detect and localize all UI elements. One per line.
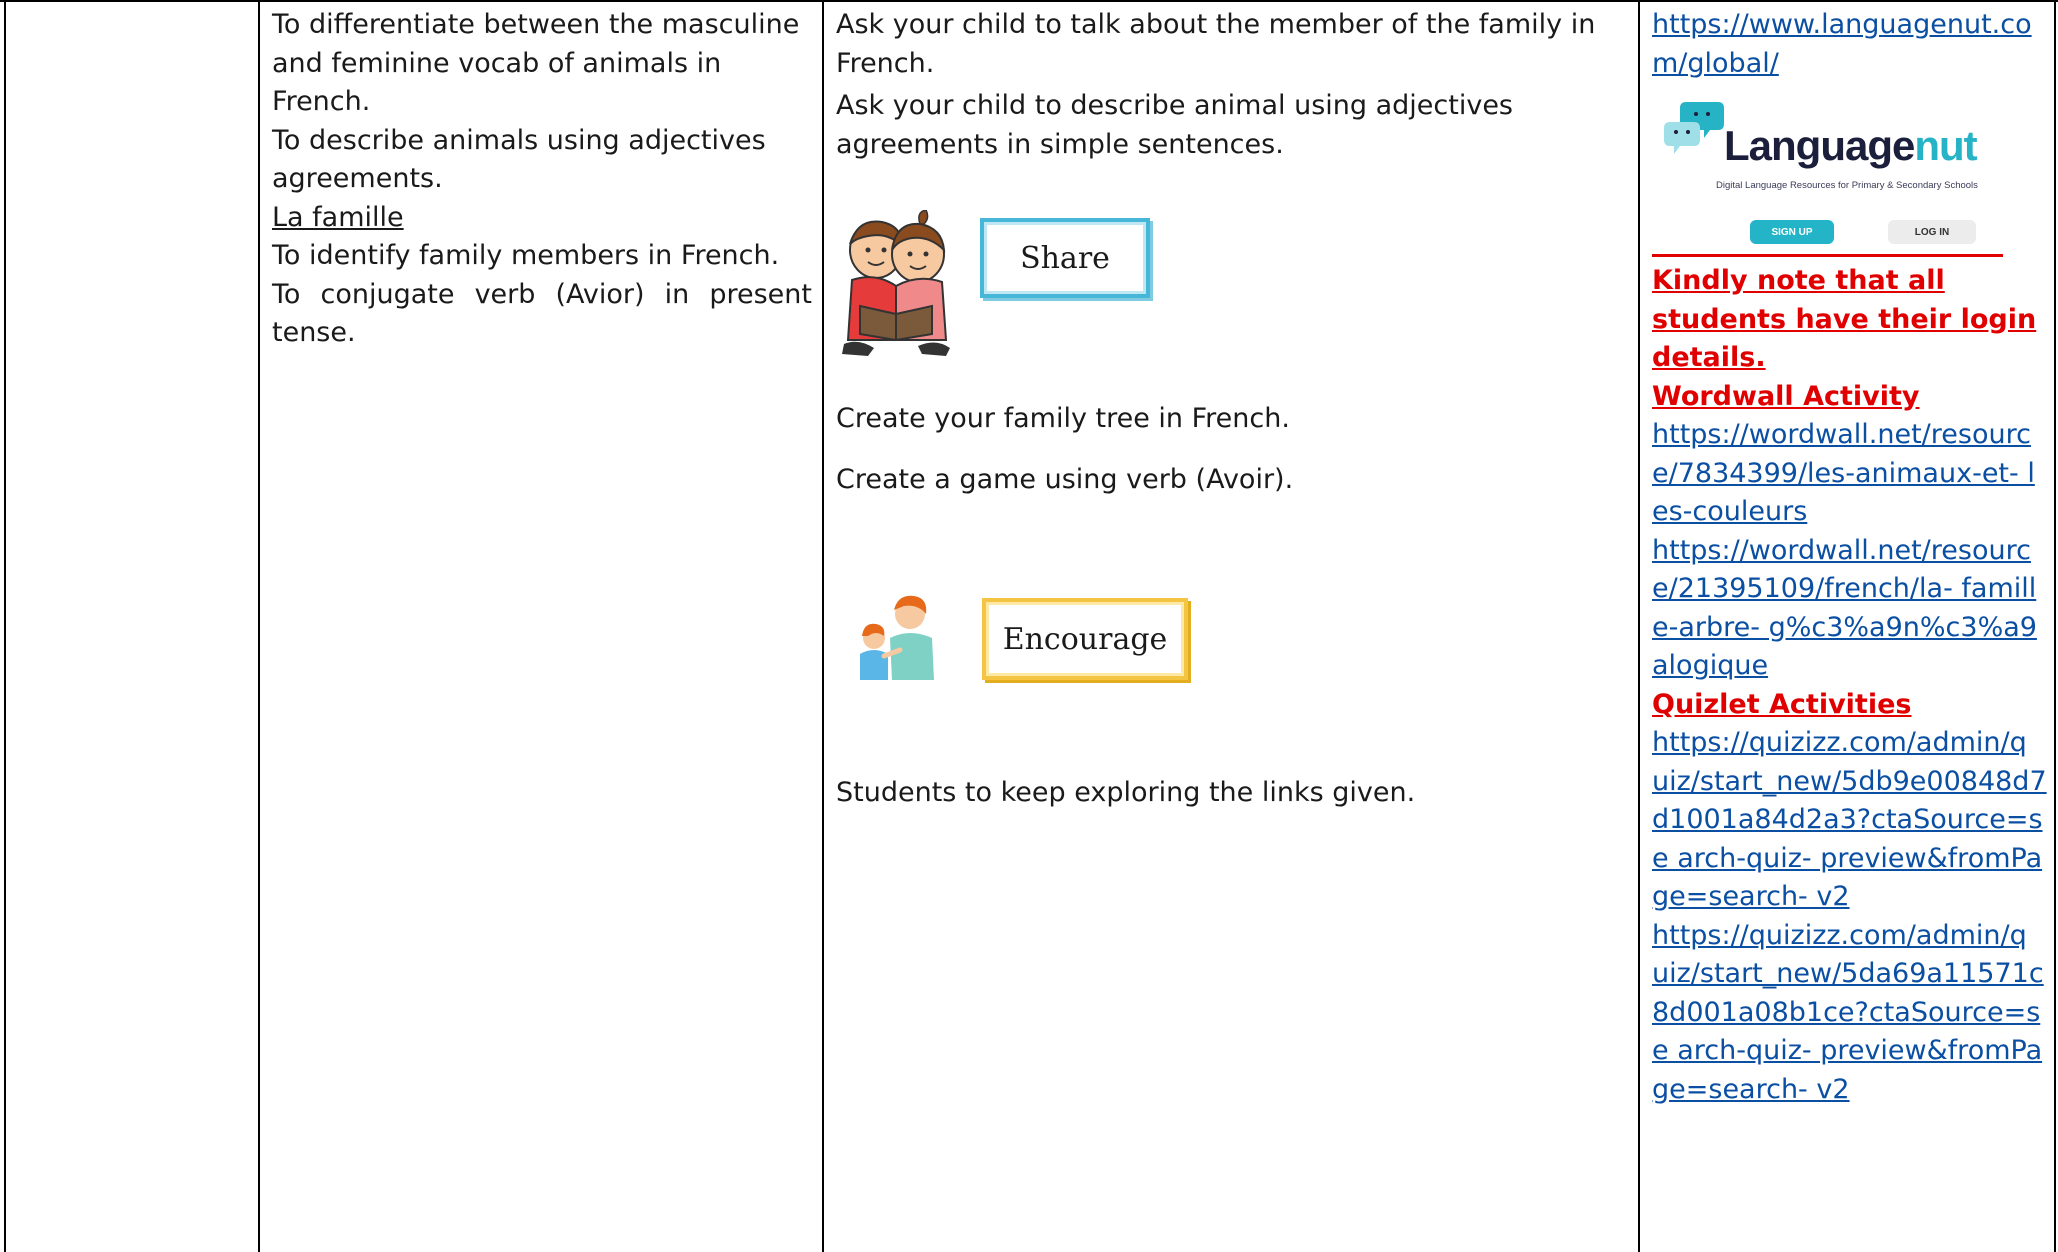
resources-cell: Kindly note that all students have their… bbox=[1652, 262, 2050, 1109]
activity-text: agreements in simple sentences. bbox=[836, 128, 1284, 160]
log-in-button[interactable]: LOG IN bbox=[1888, 220, 1976, 244]
languagenut-logo: Languagenut Digital Language Resources f… bbox=[1660, 96, 2000, 256]
red-divider bbox=[1652, 254, 2003, 257]
objective-line: To conjugate verb (Avior) in present bbox=[272, 278, 812, 310]
objective-line: tense. bbox=[272, 317, 356, 348]
table-border-col1 bbox=[258, 0, 260, 1252]
table-border-col2 bbox=[822, 0, 824, 1252]
children-reading-icon bbox=[842, 210, 950, 356]
document-page: To differentiate between the masculine a… bbox=[0, 0, 2058, 1252]
logo-word-main: Language bbox=[1724, 122, 1915, 169]
parent-child-icon bbox=[860, 595, 934, 680]
objective-line: agreements. bbox=[272, 163, 443, 194]
logo-wordmark: Languagenut bbox=[1724, 122, 1978, 170]
quizizz-link[interactable]: https://quizizz.com/admin/q uiz/start_ne… bbox=[1652, 724, 2050, 917]
objective-line: To differentiate between the masculine bbox=[272, 9, 800, 40]
objective-line: and feminine vocab of animals in French. bbox=[272, 47, 722, 118]
wordwall-link[interactable]: https://wordwall.net/resourc e/7834399/l… bbox=[1652, 416, 2050, 532]
share-button[interactable]: Share bbox=[980, 218, 1150, 298]
task-text: Create your family tree in French. bbox=[836, 403, 1290, 434]
activity-text: French. bbox=[836, 47, 935, 79]
table-border-left bbox=[4, 0, 6, 1252]
activity-text: Ask your child to describe animal using … bbox=[836, 90, 1514, 121]
objective-line: To describe animals using adjectives bbox=[272, 124, 766, 156]
quizizz-link[interactable]: https://quizizz.com/admin/q uiz/start_ne… bbox=[1652, 917, 2050, 1110]
logo-word-accent: nut bbox=[1914, 122, 1977, 169]
resources-cell-top: https://www.languagenut.co m/global/ bbox=[1652, 6, 2050, 83]
objectives-cell: To differentiate between the masculine a… bbox=[272, 6, 812, 353]
table-border-right bbox=[2054, 0, 2056, 1252]
wordwall-link[interactable]: https://wordwall.net/resourc e/21395109/… bbox=[1652, 532, 2050, 686]
sign-up-button[interactable]: SIGN UP bbox=[1750, 220, 1834, 244]
task-text-block: Create your family tree in French. Creat… bbox=[836, 400, 1626, 499]
section-heading-la-famille: La famille bbox=[272, 201, 404, 233]
wordwall-heading: Wordwall Activity bbox=[1652, 380, 1920, 412]
login-note: Kindly note that all students have their… bbox=[1652, 265, 2037, 373]
table-top-border bbox=[0, 0, 2058, 2]
task-text-block: Students to keep exploring the links giv… bbox=[836, 774, 1626, 813]
speech-bubbles-icon bbox=[1664, 102, 1724, 154]
task-text: Create a game using verb (Avoir). bbox=[836, 463, 1294, 495]
activities-cell: Ask your child to talk about the member … bbox=[836, 6, 1626, 164]
languagenut-link[interactable]: https://www.languagenut.co m/global/ bbox=[1652, 6, 2050, 83]
quizlet-heading: Quizlet Activities bbox=[1652, 688, 1912, 720]
activity-text: Ask your child to talk about the member … bbox=[836, 9, 1596, 40]
encourage-button[interactable]: Encourage bbox=[982, 598, 1188, 680]
logo-subtitle: Digital Language Resources for Primary &… bbox=[1716, 180, 1978, 191]
table-border-col3 bbox=[1638, 0, 1640, 1252]
task-text: Students to keep exploring the links giv… bbox=[836, 777, 1416, 808]
objective-line: To identify family members in French. bbox=[272, 240, 780, 271]
